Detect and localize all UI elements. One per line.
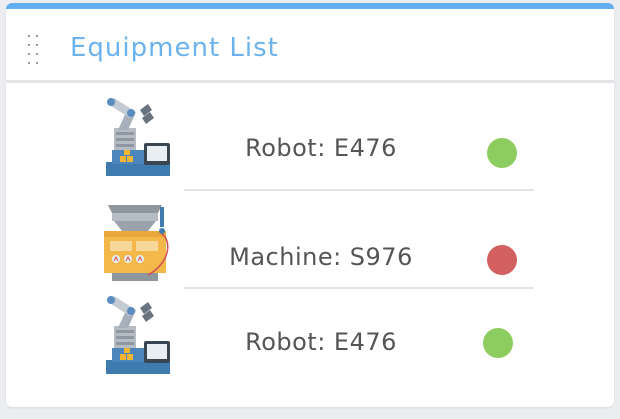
equipment-row[interactable]: Robot: E476	[6, 86, 614, 176]
equipment-panel: Equipment List Robot: E476 Machine: S976…	[6, 3, 614, 407]
robot-arm-icon	[106, 296, 170, 374]
equipment-row[interactable]: Machine: S976	[6, 191, 614, 281]
panel-title: Equipment List	[70, 33, 279, 63]
machine-icon	[104, 205, 169, 281]
equipment-label: Robot: E476	[245, 134, 397, 162]
equipment-row[interactable]: Robot: E476	[6, 284, 614, 374]
robot-arm-icon	[106, 98, 170, 176]
status-indicator	[487, 138, 517, 168]
equipment-label: Robot: E476	[245, 328, 397, 356]
drag-handle-icon[interactable]	[28, 35, 42, 65]
equipment-label: Machine: S976	[229, 243, 413, 271]
panel-header: Equipment List	[6, 9, 614, 83]
status-indicator	[487, 245, 517, 275]
status-indicator	[483, 328, 513, 358]
